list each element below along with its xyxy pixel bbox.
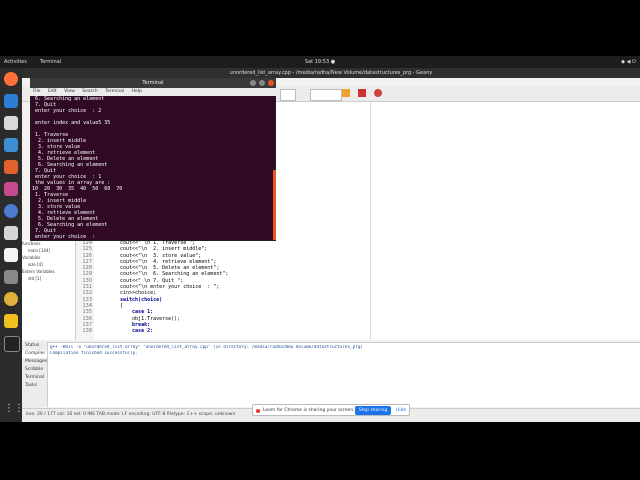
terminal-output[interactable]: 6. Searching an element 7. Quit enter yo…: [32, 96, 274, 240]
sidebar-item[interactable]: functions: [22, 240, 75, 247]
menu-terminal[interactable]: Terminal: [105, 89, 124, 94]
writer-icon[interactable]: [4, 138, 18, 152]
menu-help[interactable]: Help: [132, 89, 142, 94]
code-line: case 2:: [120, 328, 154, 335]
menu-edit[interactable]: Edit: [48, 89, 57, 94]
settings-icon[interactable]: [4, 226, 18, 240]
dock: ⋮⋮: [0, 68, 24, 422]
tab-scribble[interactable]: Scribble: [22, 366, 47, 374]
maximize-icon[interactable]: [259, 80, 265, 86]
sidebar-item[interactable]: Extern Variables: [22, 268, 75, 275]
geany-title-bar: unordered_list_array.cpp - /media/radha/…: [22, 68, 640, 78]
close-icon[interactable]: [268, 80, 274, 86]
system-tray[interactable]: ◆ ◀ ⏻: [621, 56, 636, 68]
sidebar-item[interactable]: std [1]: [22, 275, 75, 282]
help-icon[interactable]: [4, 182, 18, 196]
share-text: Loom for Chrome is sharing your screen.: [263, 408, 355, 413]
menu-view[interactable]: View: [64, 89, 75, 94]
tab-status[interactable]: Status: [22, 342, 47, 350]
chrome-icon[interactable]: [4, 292, 18, 306]
code-view[interactable]: cout<<" \n 1. Traverse "; cout<<"\n 2. i…: [96, 240, 396, 340]
compile-icon[interactable]: [342, 89, 350, 97]
clock[interactable]: Sat 19:53 ●: [0, 56, 640, 68]
sidebar-item[interactable]: size [4]: [22, 261, 75, 268]
terminal-title: Terminal: [142, 80, 164, 86]
terminal-icon[interactable]: [4, 336, 20, 352]
sidebar-item[interactable]: main [144]: [22, 247, 75, 254]
thunderbird-icon[interactable]: [4, 94, 18, 108]
terminal-menubar: File Edit View Search Terminal Help: [30, 88, 276, 96]
tab-messages[interactable]: Messages: [22, 358, 47, 366]
terminal-line: enter your choice :: [32, 234, 99, 240]
line-number: 138: [82, 328, 92, 335]
toolbar-field-1[interactable]: [280, 89, 296, 101]
sidebar-item[interactable]: Variables: [22, 254, 75, 261]
compiler-output: g++ -Wall -o "unordered_list_array" "uno…: [50, 345, 630, 357]
tab-terminal[interactable]: Terminal: [22, 374, 47, 382]
quit-icon[interactable]: [374, 89, 382, 97]
message-tabs: Status Compiler Messages Scribble Termin…: [22, 342, 48, 407]
tab-tasks[interactable]: Tasks: [22, 382, 47, 390]
screen-share-bar: Loom for Chrome is sharing your screen. …: [252, 404, 410, 416]
tab-compiler[interactable]: Compiler: [22, 350, 47, 358]
hide-button[interactable]: Hide: [396, 405, 406, 416]
stop-sharing-button[interactable]: Stop sharing: [355, 406, 391, 415]
line-number-gutter: 124 125 126 127 128 129 130 131 132 133 …: [76, 240, 94, 340]
screenshot-icon[interactable]: [4, 270, 18, 284]
browser-icon[interactable]: [4, 204, 18, 218]
volume-icon: ◀: [626, 59, 631, 65]
stop-icon[interactable]: [358, 89, 366, 97]
symbol-sidebar: functions main [144] Variables size [4] …: [22, 240, 76, 340]
menu-file[interactable]: File: [33, 89, 41, 94]
compiler-result: Compilation finished successfully.: [50, 351, 138, 356]
software-icon[interactable]: [4, 160, 18, 174]
gnome-top-bar: Activities Terminal Sat 19:53 ● ◆ ◀ ⏻: [0, 56, 640, 68]
minimize-icon[interactable]: [250, 80, 256, 86]
files-icon[interactable]: [4, 116, 18, 130]
show-apps-icon[interactable]: ⋮⋮: [4, 402, 24, 416]
power-icon: ⏻: [632, 59, 636, 65]
menu-search[interactable]: Search: [82, 89, 97, 94]
amazon-icon[interactable]: [4, 248, 18, 262]
terminal-scrollbar[interactable]: [273, 170, 276, 240]
terminal-title-bar: Terminal: [30, 78, 276, 88]
search-field[interactable]: [310, 89, 342, 101]
firefox-icon[interactable]: [4, 72, 18, 86]
recording-icon: [256, 409, 260, 413]
network-icon: ◆: [621, 59, 625, 65]
geany-icon[interactable]: [4, 314, 18, 328]
